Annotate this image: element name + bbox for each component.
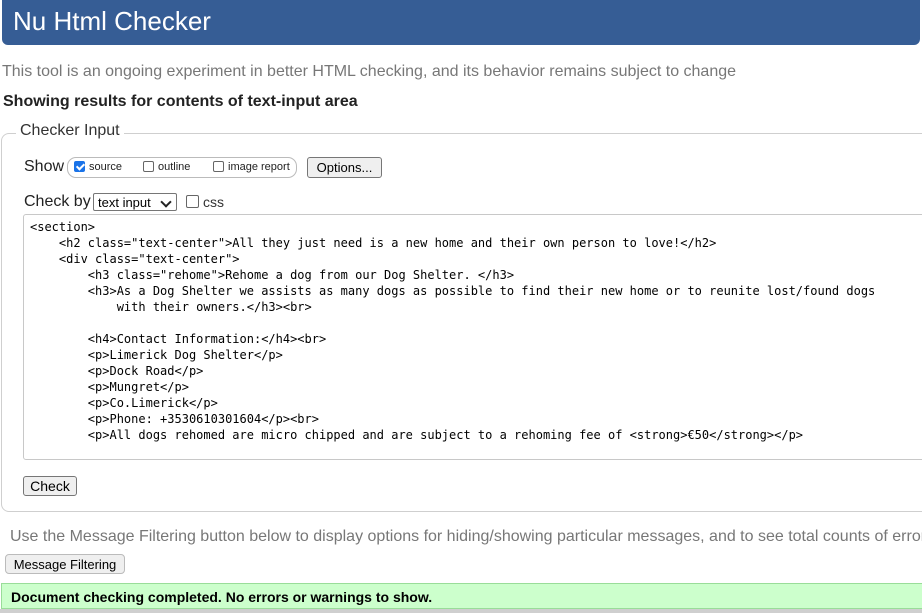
image-report-label: image report <box>228 161 290 173</box>
source-textarea[interactable]: <section> <h2 class="text-center">All th… <box>23 214 922 460</box>
show-label: Show <box>24 158 65 175</box>
filtering-info: Use the Message Filtering button below t… <box>10 528 922 545</box>
check-by-select[interactable]: text input <box>93 193 177 211</box>
check-by-selected: text input <box>98 195 151 210</box>
results-heading: Showing results for contents of text-inp… <box>3 93 358 110</box>
result-success-bar: Document checking completed. No errors o… <box>1 583 922 609</box>
source-label: source <box>89 161 123 173</box>
css-label: css <box>203 194 224 210</box>
options-button[interactable]: Options... <box>307 157 382 178</box>
app-title: Nu Html Checker <box>13 6 211 36</box>
message-filtering-button[interactable]: Message Filtering <box>5 554 125 574</box>
page: Nu Html Checker This tool is an ongoing … <box>0 0 922 613</box>
source-checkbox[interactable] <box>74 161 85 172</box>
source-text: <section> <h2 class="text-center">All th… <box>30 220 876 442</box>
tool-description: This tool is an ongoing experiment in be… <box>2 63 737 80</box>
chevron-down-icon <box>160 196 172 208</box>
bottom-divider <box>0 609 922 613</box>
image-report-checkbox[interactable] <box>213 161 224 172</box>
checker-input-legend: Checker Input <box>16 122 124 140</box>
css-checkbox[interactable] <box>186 195 199 208</box>
show-options-group: source outline image report <box>67 157 297 178</box>
outline-checkbox[interactable] <box>143 161 154 172</box>
app-header: Nu Html Checker <box>2 0 920 45</box>
outline-label: outline <box>158 161 191 173</box>
check-by-label: Check by <box>24 193 91 210</box>
check-button[interactable]: Check <box>23 476 77 496</box>
result-message: Document checking completed. No errors o… <box>11 589 433 605</box>
